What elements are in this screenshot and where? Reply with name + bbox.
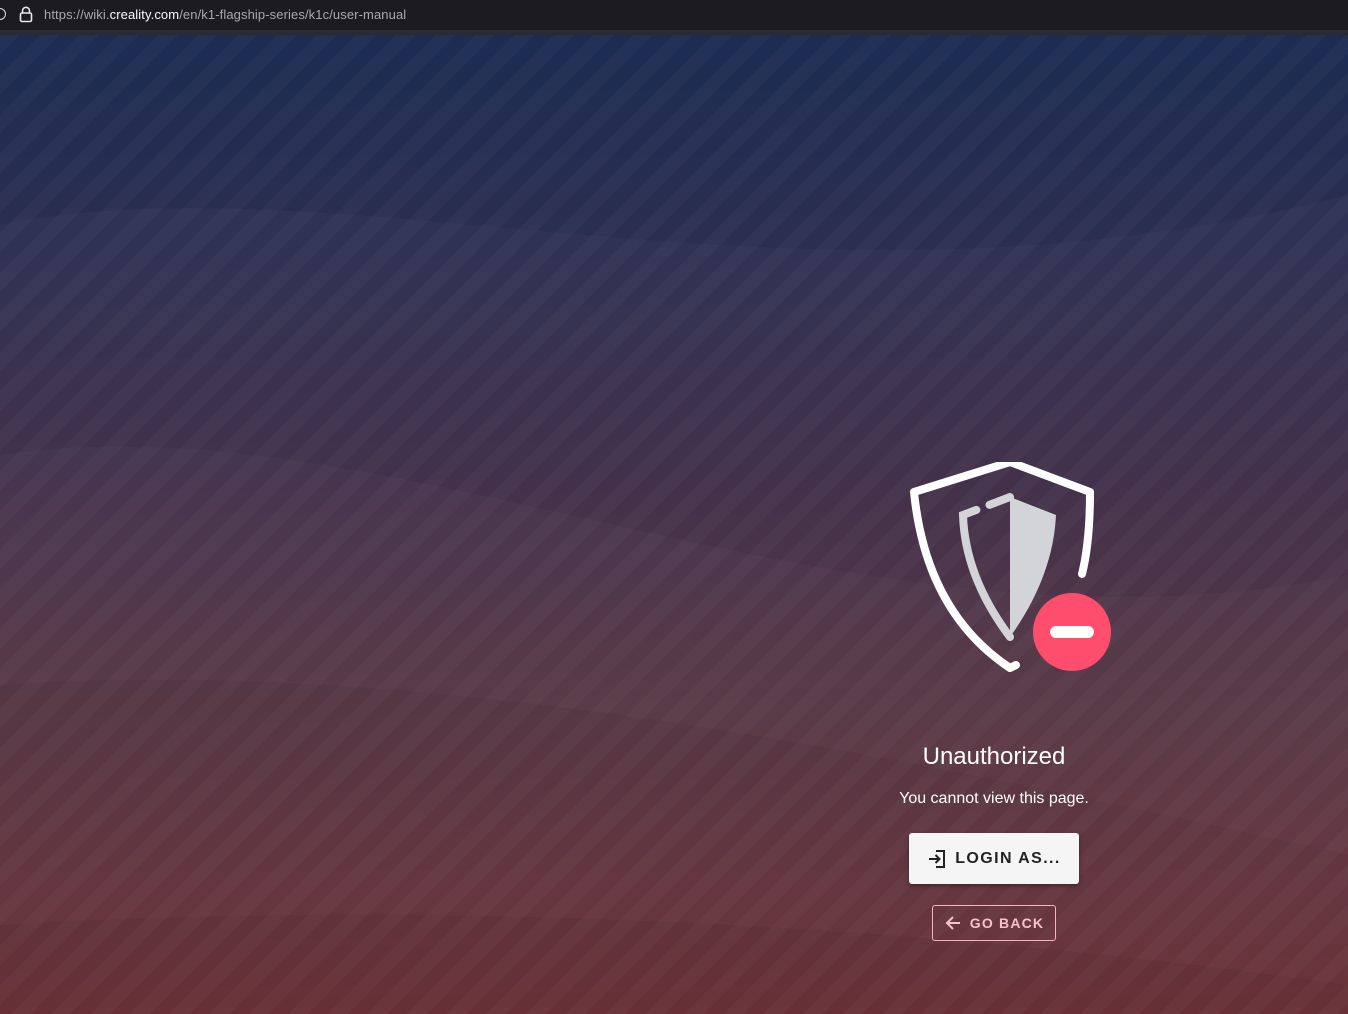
browser-address-bar[interactable]: https://wiki.creality.com/en/k1-flagship… xyxy=(0,0,1348,30)
login-as-label: LOGIN AS... xyxy=(955,849,1061,867)
lock-icon[interactable] xyxy=(19,6,33,23)
unauthorized-page: Unauthorized You cannot view this page. … xyxy=(0,35,1348,1014)
error-title: Unauthorized xyxy=(922,743,1066,770)
background-stripes xyxy=(0,35,1348,1014)
shield-blocked-icon xyxy=(910,462,1111,672)
error-panel: Unauthorized You cannot view this page. … xyxy=(894,35,1111,1014)
url-path: /en/k1-flagship-series/k1c/user-manual xyxy=(179,7,407,22)
go-back-label: GO BACK xyxy=(969,915,1045,931)
error-message: You cannot view this page. xyxy=(899,790,1089,807)
go-back-button[interactable]: GO BACK xyxy=(932,905,1056,941)
url-text[interactable]: https://wiki.creality.com/en/k1-flagship… xyxy=(44,7,406,22)
login-icon xyxy=(929,849,946,868)
url-host: creality.com xyxy=(109,7,180,22)
arrow-left-icon xyxy=(945,916,960,930)
page-info-icon[interactable] xyxy=(0,8,6,20)
login-as-button[interactable]: LOGIN AS... xyxy=(909,833,1079,884)
url-scheme: https://wiki. xyxy=(44,7,110,22)
